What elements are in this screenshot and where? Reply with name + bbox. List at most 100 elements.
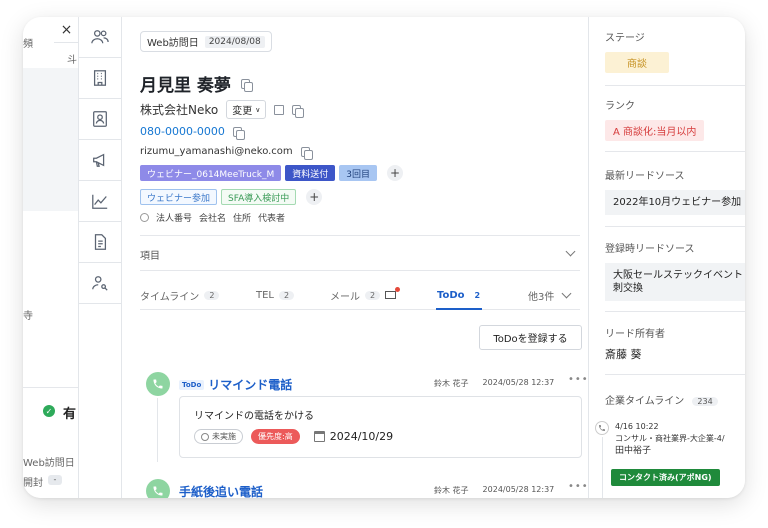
todo-datetime: 2024/05/28 12:37 [482, 485, 555, 494]
external-link-icon[interactable] [274, 104, 285, 115]
rail-item-campaign[interactable] [79, 140, 121, 181]
more-options-icon[interactable]: ••• [568, 374, 589, 385]
close-button[interactable]: × [54, 17, 78, 43]
rail-item-documents[interactable] [79, 222, 121, 263]
divider [140, 270, 580, 271]
tab-todo[interactable]: ToDo 2 [437, 284, 485, 306]
tag[interactable]: ウェビナー_0614MeeTruck_M [140, 165, 282, 181]
rail-item-users-settings[interactable] [79, 263, 121, 304]
search-link[interactable]: 法人番号 [156, 211, 192, 224]
more-options-icon[interactable]: ••• [568, 481, 589, 492]
app-window: × 頻 斗 寺 ✓ 有 Web訪問日 開封 - Web訪問日 2024/08/0… [23, 17, 745, 498]
divider [605, 151, 745, 152]
web-visit-label: Web訪問日 [147, 38, 199, 49]
tab-underline [140, 309, 580, 310]
tab-tel[interactable]: TEL 2 [256, 284, 295, 306]
todo-assignee: 鈴木 花子 [434, 486, 469, 495]
tag[interactable]: SFA導入検討中 [221, 189, 297, 205]
copy-icon[interactable] [232, 126, 245, 140]
phone-icon [146, 372, 170, 396]
tab-more[interactable]: 他3件 [528, 284, 572, 306]
icon-rail [78, 17, 122, 498]
timeline-date: 4/16 10:22 [615, 422, 659, 431]
todo-meta: 鈴木 花子 2024/05/28 12:37 [434, 378, 554, 389]
mail-icon [385, 287, 401, 299]
divider [140, 235, 580, 236]
search-links-row: 法人番号 会社名 住所 代表者 [140, 211, 285, 224]
tag-row-primary: ウェビナー_0614MeeTruck_M 資料送付 3回目 + [140, 165, 403, 181]
chevron-down-icon [561, 288, 572, 298]
document-icon [94, 234, 107, 250]
megaphone-icon [93, 153, 105, 167]
chevron-down-icon[interactable] [565, 246, 576, 257]
timeline-connector [157, 398, 158, 462]
todo-status-button[interactable]: 未実施 [194, 429, 243, 444]
reg-source-line: 大阪セールステックイベント [613, 270, 743, 281]
todo-description: リマインドの電話をかける [194, 411, 314, 422]
lead-owner-section: リード所有者 斎藤 葵 [605, 325, 665, 362]
tab-label: 他3件 [528, 291, 555, 303]
background-text-fragment: 寺 [23, 311, 33, 322]
calendar-icon [313, 431, 325, 442]
tab-label: メール [330, 291, 360, 303]
tag[interactable]: 資料送付 [285, 165, 336, 181]
reg-source-line: 刺交換 [613, 283, 643, 294]
todo-attributes: 未実施 優先度:高 2024/10/29 [194, 429, 567, 444]
tab-label: TEL [256, 289, 274, 301]
reg-source-value[interactable]: 大阪セールステックイベント 刺交換 [605, 263, 745, 301]
tag[interactable]: 3回目 [339, 165, 377, 181]
tab-timeline[interactable]: タイムライン 2 [140, 284, 220, 306]
rail-item-analytics[interactable] [79, 181, 121, 222]
building-icon [93, 70, 107, 86]
todo-title[interactable]: 手紙後追い電話 [179, 483, 263, 498]
copy-icon[interactable] [300, 146, 313, 160]
email-row: rizumu_yamanashi@neko.com [140, 146, 313, 160]
register-todo-button[interactable]: ToDoを登録する [479, 325, 582, 350]
todo-title[interactable]: リマインド電話 [208, 376, 292, 393]
people-icon [91, 30, 109, 44]
divider [605, 311, 745, 312]
rail-item-people[interactable] [79, 17, 121, 58]
copy-icon[interactable] [292, 104, 305, 118]
stage-badge[interactable]: 商談 [605, 52, 669, 73]
tab-mail[interactable]: メール 2 [330, 284, 401, 306]
active-tab-indicator [436, 308, 482, 310]
timeline-entry-text[interactable]: 4/16 10:22 コンサル・商社業界-大企業-4/ 田中裕子 [615, 421, 725, 457]
phone-row: 080-0000-0000 [140, 125, 245, 140]
fields-section-toggle[interactable]: 項目 [140, 247, 160, 262]
chart-icon [92, 194, 108, 209]
priority-badge[interactable]: 優先度:高 [251, 429, 300, 444]
company-timeline-label: 企業タイムライン [605, 396, 685, 407]
owner-value[interactable]: 斎藤 葵 [605, 346, 665, 362]
due-date-value: 2024/10/29 [329, 430, 394, 443]
stage-section: ステージ 商談 [605, 29, 669, 73]
background-text-fragment: 頻 [23, 39, 33, 50]
tab-count: 2 [474, 290, 481, 300]
rank-section: ランク A 商談化:当月以内 [605, 97, 705, 141]
due-date[interactable]: 2024/10/29 [313, 430, 394, 443]
copy-icon[interactable] [240, 78, 253, 92]
add-tag-button[interactable]: + [387, 165, 403, 181]
status-label: 未実施 [212, 432, 236, 441]
tag[interactable]: ウェビナー参加 [140, 189, 218, 205]
add-tag-button[interactable]: + [306, 189, 323, 205]
background-text-fragment: 開封 [23, 478, 43, 489]
phone-icon [146, 479, 170, 498]
search-link[interactable]: 住所 [233, 211, 251, 224]
background-text-fragment: 斗 [67, 55, 77, 66]
company-timeline-count: 234 [692, 397, 718, 406]
change-company-button[interactable]: 変更 ∨ [226, 100, 267, 119]
background-list-pane: × 頻 斗 寺 ✓ 有 Web訪問日 開封 - [23, 17, 78, 498]
search-link[interactable]: 会社名 [199, 211, 226, 224]
search-link[interactable]: 代表者 [258, 211, 285, 224]
rail-item-company[interactable] [79, 58, 121, 99]
stage-label: ステージ [605, 33, 645, 44]
rail-item-contacts[interactable] [79, 99, 121, 140]
lead-name-row: 月見里 奏夢 [140, 71, 253, 96]
rank-badge[interactable]: A 商談化:当月以内 [605, 120, 705, 141]
latest-source-value[interactable]: 2022年10月ウェビナー参加 [605, 190, 745, 215]
tab-count: 2 [279, 290, 295, 300]
check-icon: ✓ [43, 405, 55, 417]
phone-link[interactable]: 080-0000-0000 [140, 125, 225, 138]
close-icon: × [60, 21, 73, 38]
